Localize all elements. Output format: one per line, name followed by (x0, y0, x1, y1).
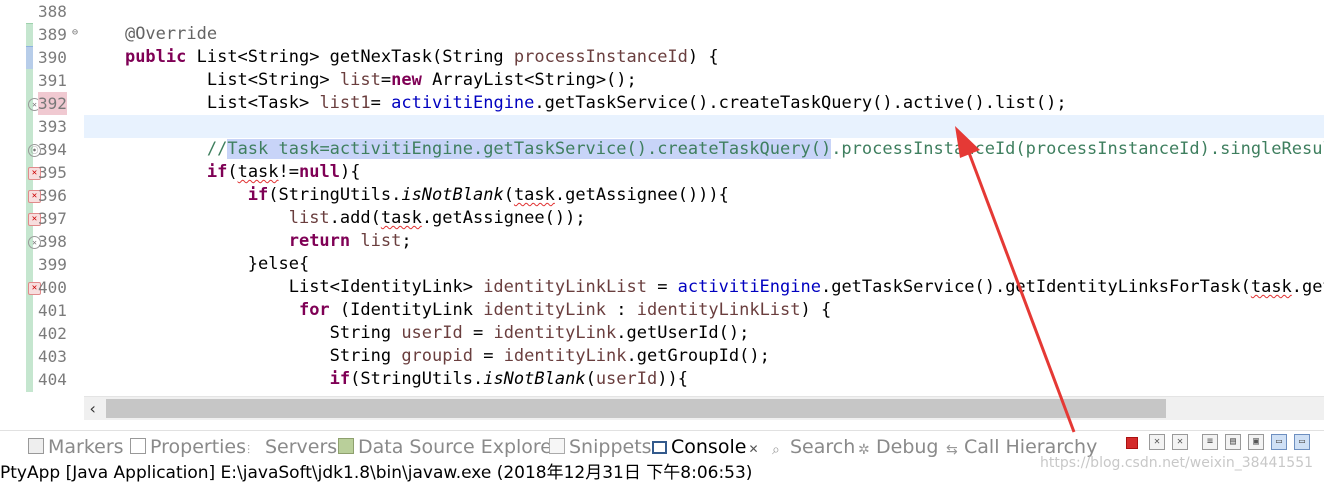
annotation-arrow-head (955, 126, 980, 158)
annotation-arrow-shaft (966, 149, 1076, 433)
annotation-arrow (955, 126, 1076, 433)
